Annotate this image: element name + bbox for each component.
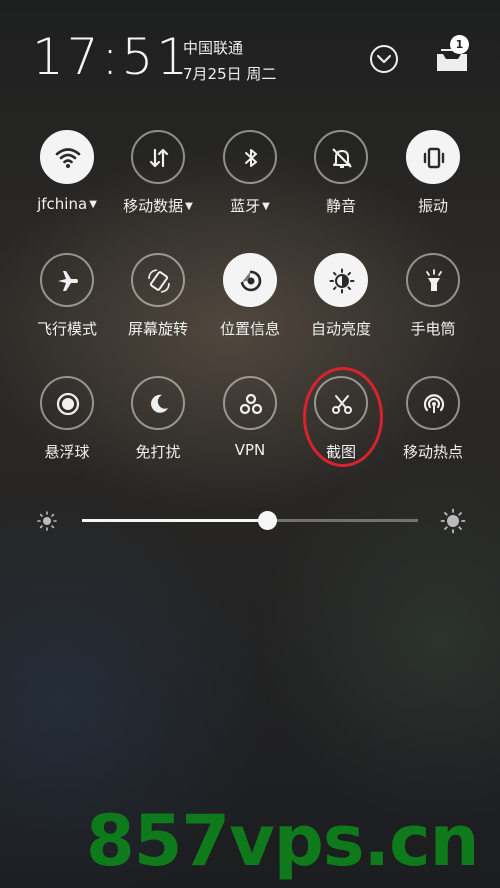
toggle-label: 移动热点 — [387, 441, 479, 462]
toggle-label: jfchina ▼ — [21, 195, 113, 213]
clock: 17:51 — [32, 28, 192, 86]
bluetooth-icon[interactable] — [223, 130, 277, 184]
toggle-label-text: VPN — [234, 441, 266, 459]
brightness-fill — [82, 519, 267, 522]
toggle-label: 飞行模式 — [21, 318, 113, 339]
hotspot-icon[interactable] — [406, 376, 460, 430]
brightness-low-icon — [37, 511, 57, 531]
flashlight-icon[interactable] — [406, 253, 460, 307]
toggle-label: VPN — [204, 441, 296, 459]
vibrate-icon[interactable] — [406, 130, 460, 184]
toggle-label-text: 自动亮度 — [310, 320, 371, 338]
toggle-label-text: 蓝牙 — [230, 197, 261, 215]
chevron-down-icon[interactable] — [370, 45, 398, 73]
toggle-flashlight[interactable]: 手电筒 — [387, 253, 479, 339]
toggle-label-text: 免打扰 — [135, 443, 181, 461]
toggle-rotate[interactable]: 屏幕旋转 — [112, 253, 204, 339]
moon-icon[interactable] — [131, 376, 185, 430]
dropdown-caret-icon[interactable]: ▼ — [89, 199, 97, 210]
toggle-wifi[interactable]: jfchina ▼ — [21, 130, 113, 213]
date-label: 7月25日 周二 — [183, 65, 277, 83]
toggle-label-text: 手电筒 — [410, 320, 456, 338]
brightness-thumb[interactable] — [257, 511, 277, 530]
wifi-icon[interactable] — [40, 130, 94, 184]
watermark: 857vps.cn — [86, 800, 479, 882]
toggle-label: 蓝牙 ▼ — [204, 195, 296, 216]
toggle-label-text: 位置信息 — [219, 320, 280, 338]
brightness-slider[interactable] — [0, 505, 500, 537]
carrier-name: 中国联通 — [183, 39, 244, 57]
toggle-hotspot[interactable]: 移动热点 — [387, 376, 479, 462]
toggle-floating-ball[interactable]: 悬浮球 — [21, 376, 113, 462]
toggle-label: 静音 — [295, 195, 387, 216]
toggle-auto-brightness[interactable]: 自动亮度 — [295, 253, 387, 339]
toggle-label: 移动数据 ▼ — [112, 195, 204, 216]
toggle-vpn[interactable]: VPN — [204, 376, 296, 459]
status-header: 17:51 中国联通 7月25日 周二 1 — [0, 0, 500, 110]
mute-icon[interactable] — [314, 130, 368, 184]
toggle-moon[interactable]: 免打扰 — [112, 376, 204, 462]
toggle-mobile-data[interactable]: 移动数据 ▼ — [112, 130, 204, 216]
toggle-bluetooth[interactable]: 蓝牙 ▼ — [204, 130, 296, 216]
toggle-label: 位置信息 — [204, 318, 296, 339]
auto-brightness-icon[interactable] — [314, 253, 368, 307]
brightness-high-icon — [440, 508, 466, 534]
toggle-label-text: 屏幕旋转 — [127, 320, 188, 338]
toggle-label: 自动亮度 — [295, 318, 387, 339]
dropdown-caret-icon[interactable]: ▼ — [262, 201, 270, 212]
brightness-track[interactable] — [82, 511, 418, 530]
toggle-label: 悬浮球 — [21, 441, 113, 462]
dropdown-caret-icon[interactable]: ▼ — [185, 201, 193, 212]
toggle-mute[interactable]: 静音 — [295, 130, 387, 216]
toggle-label: 振动 — [387, 195, 479, 216]
mobile-data-icon[interactable] — [131, 130, 185, 184]
toggle-label-text: 移动热点 — [402, 443, 463, 461]
rotate-icon[interactable] — [131, 253, 185, 307]
toggle-label-text: 静音 — [325, 197, 356, 215]
toggle-label-text: jfchina — [37, 195, 88, 213]
toggle-label-text: 悬浮球 — [44, 443, 90, 461]
toggle-label: 免打扰 — [112, 441, 204, 462]
floating-ball-icon[interactable] — [40, 376, 94, 430]
toggle-label: 屏幕旋转 — [112, 318, 204, 339]
toggle-label-text: 振动 — [417, 197, 448, 215]
notification-badge: 1 — [450, 35, 469, 54]
airplane-icon[interactable] — [40, 253, 94, 307]
vpn-icon[interactable] — [223, 376, 277, 430]
toggle-location[interactable]: 位置信息 — [204, 253, 296, 339]
toggle-label-text: 飞行模式 — [36, 320, 97, 338]
toggle-vibrate[interactable]: 振动 — [387, 130, 479, 216]
toggle-label: 手电筒 — [387, 318, 479, 339]
toggle-airplane[interactable]: 飞行模式 — [21, 253, 113, 339]
toggle-label-text: 移动数据 — [123, 197, 184, 215]
annotation-circle — [303, 367, 383, 467]
location-icon[interactable] — [223, 253, 277, 307]
